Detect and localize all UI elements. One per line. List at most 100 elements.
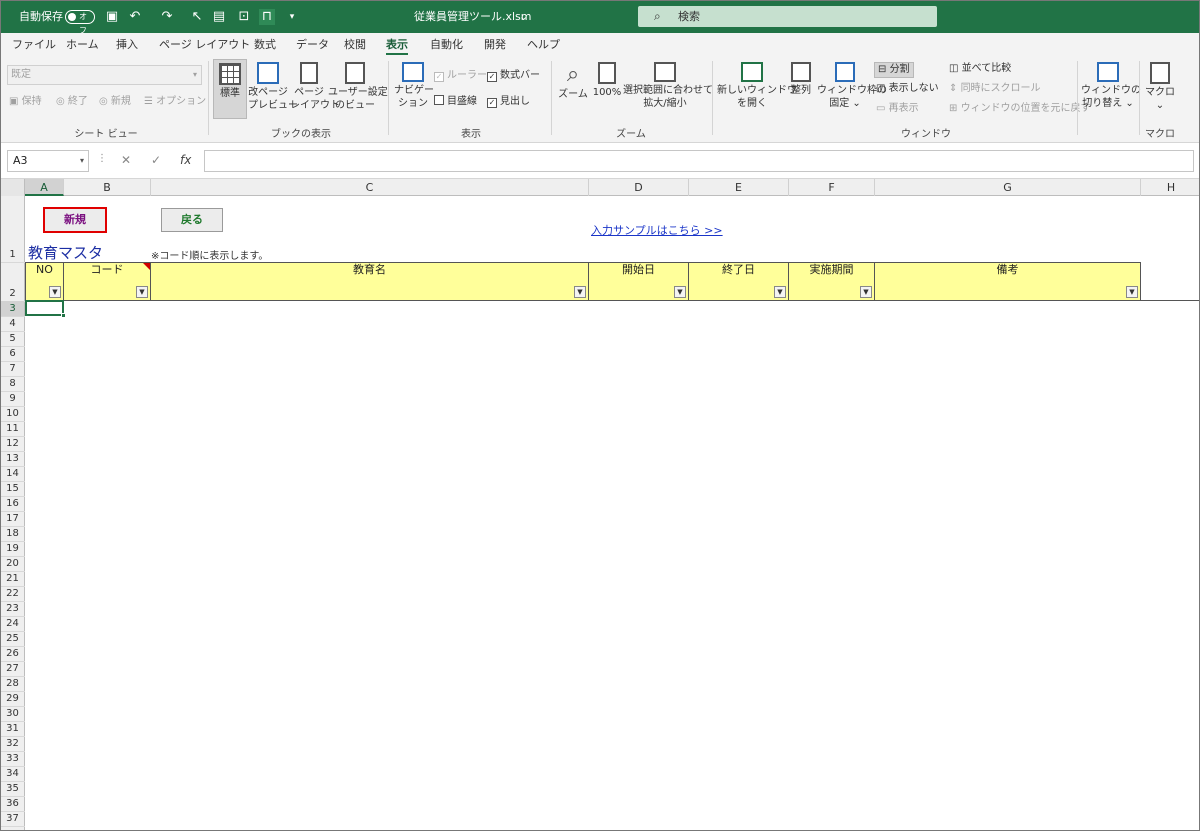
row-header-25[interactable]: 25: [1, 631, 24, 646]
worksheet-grid[interactable]: A B C D E F G H 1 2 3 4 5 6 7 8 9 10 11 12 13 14 15 16 1…: [1, 179, 1199, 830]
column-header-a[interactable]: A: [25, 179, 64, 196]
filter-dropdown-icon[interactable]: ▼: [136, 286, 148, 298]
tab-review[interactable]: 校閲: [344, 33, 366, 57]
tab-formulas[interactable]: 数式: [254, 33, 276, 57]
tab-page-layout[interactable]: ページ レイアウト: [159, 33, 250, 57]
new-record-button[interactable]: 新規: [43, 207, 107, 233]
ruler-checkbox[interactable]: ✓ ルーラー: [434, 69, 487, 83]
column-header-h[interactable]: H: [1141, 179, 1199, 196]
tab-help[interactable]: ヘルプ: [527, 33, 560, 57]
save-icon[interactable]: ▣: [104, 9, 120, 25]
row-header-21[interactable]: 21: [1, 571, 24, 586]
filter-dropdown-icon[interactable]: ▼: [674, 286, 686, 298]
formula-input[interactable]: [204, 150, 1194, 172]
file-name[interactable]: 従業員管理ツール.xlsm: [414, 1, 532, 33]
row-header-27[interactable]: 27: [1, 661, 24, 676]
search-box[interactable]: ⌕ 検索: [638, 6, 937, 27]
column-header-f[interactable]: F: [789, 179, 875, 196]
column-header-g[interactable]: G: [875, 179, 1141, 196]
unhide-window-button[interactable]: ▭ 再表示: [876, 102, 919, 116]
row-header-20[interactable]: 20: [1, 556, 24, 571]
reset-window-position-button[interactable]: ⊞ ウィンドウの位置を元に戻す: [949, 102, 1091, 116]
row-header-10[interactable]: 10: [1, 406, 24, 421]
row-header-7[interactable]: 7: [1, 361, 24, 376]
row-header-14[interactable]: 14: [1, 466, 24, 481]
gridlines-checkbox[interactable]: 目盛線: [434, 95, 477, 109]
file-check-icon[interactable]: ▤: [211, 9, 227, 25]
tab-automate[interactable]: 自動化: [430, 33, 463, 57]
row-header-15[interactable]: 15: [1, 481, 24, 496]
row-header-24[interactable]: 24: [1, 616, 24, 631]
view-side-by-side-button[interactable]: ◫ 並べて比較: [949, 62, 1011, 76]
column-header-c[interactable]: C: [151, 179, 589, 196]
tab-home[interactable]: ホーム: [66, 33, 99, 57]
row-header-23[interactable]: 23: [1, 601, 24, 616]
row-header-32[interactable]: 32: [1, 736, 24, 751]
text-frame-icon[interactable]: ⊡: [236, 9, 252, 25]
file-name-dropdown-icon[interactable]: ⌄: [519, 1, 528, 33]
enter-icon[interactable]: ✓: [151, 153, 161, 167]
switch-windows-button[interactable]: ウィンドウの 切り替え ⌄: [1081, 62, 1141, 110]
page-layout-button[interactable]: ページ レイアウト: [290, 62, 340, 112]
back-button[interactable]: 戻る: [161, 208, 223, 232]
column-header-e[interactable]: E: [689, 179, 789, 196]
column-header-b[interactable]: B: [64, 179, 151, 196]
sample-input-link[interactable]: 入力サンプルはこちら >>: [591, 222, 723, 238]
sheet-view-new-button[interactable]: ◎ 新規: [99, 95, 131, 109]
undo-icon[interactable]: ↶: [127, 9, 143, 25]
tab-data[interactable]: データ: [296, 33, 329, 57]
headings-checkbox[interactable]: ✓ 見出し: [487, 95, 530, 109]
split-button[interactable]: ⊟ 分割: [874, 62, 914, 78]
row-header-18[interactable]: 18: [1, 526, 24, 541]
row-header-17[interactable]: 17: [1, 511, 24, 526]
tab-view[interactable]: 表示: [386, 33, 408, 57]
row-header-6[interactable]: 6: [1, 346, 24, 361]
cancel-icon[interactable]: ✕: [121, 153, 131, 167]
hide-window-button[interactable]: ◫ 表示しない: [876, 82, 939, 96]
normal-view-button[interactable]: 標準: [213, 59, 247, 119]
tab-developer[interactable]: 開発: [484, 33, 506, 57]
filter-dropdown-icon[interactable]: ▼: [574, 286, 586, 298]
zoom-button[interactable]: ⌕ ズーム: [556, 62, 590, 101]
tab-file[interactable]: ファイル: [12, 33, 56, 57]
row-header-11[interactable]: 11: [1, 421, 24, 436]
row-header-12[interactable]: 12: [1, 436, 24, 451]
row-header-26[interactable]: 26: [1, 646, 24, 661]
sheet-view-keep-button[interactable]: ▣ 保持: [9, 95, 42, 109]
tab-insert[interactable]: 挿入: [116, 33, 138, 57]
filter-dropdown-icon[interactable]: ▼: [49, 286, 61, 298]
synchronous-scroll-button[interactable]: ⇕ 同時にスクロール: [949, 82, 1041, 96]
zoom-100-button[interactable]: 100%: [591, 62, 623, 99]
macros-button[interactable]: マクロ ⌄: [1143, 62, 1177, 112]
select-all-corner[interactable]: [1, 179, 25, 196]
row-header-22[interactable]: 22: [1, 586, 24, 601]
column-header-d[interactable]: D: [589, 179, 689, 196]
more-options-icon[interactable]: ⋮: [97, 153, 107, 164]
row-header-28[interactable]: 28: [1, 676, 24, 691]
active-cell-a3[interactable]: [25, 300, 66, 318]
row-header-1[interactable]: 1: [1, 247, 24, 262]
page-break-preview-button[interactable]: 改ページ プレビュー: [248, 62, 298, 112]
row-header-2[interactable]: 2: [1, 286, 24, 301]
zoom-to-selection-button[interactable]: 選択範囲に合わせて 拡大/縮小: [623, 62, 713, 110]
pointer-icon[interactable]: ↖: [189, 9, 205, 25]
filter-dropdown-icon[interactable]: ▼: [860, 286, 872, 298]
row-header-13[interactable]: 13: [1, 451, 24, 466]
autosave-toggle[interactable]: オフ: [65, 10, 95, 35]
row-header-33[interactable]: 33: [1, 751, 24, 766]
sheet-view-dropdown[interactable]: 既定 ▾: [7, 65, 202, 85]
filter-dropdown-icon[interactable]: ▼: [774, 286, 786, 298]
row-header-30[interactable]: 30: [1, 706, 24, 721]
new-window-button[interactable]: 新しいウィンドウ を開く: [717, 62, 797, 110]
arrange-all-button[interactable]: 整列: [787, 62, 815, 97]
name-box[interactable]: A3 ▾: [7, 150, 89, 172]
row-header-34[interactable]: 34: [1, 766, 24, 781]
sheet-view-options-button[interactable]: ☰ オプション: [144, 95, 206, 109]
custom-views-button[interactable]: ユーザー設定 のビュー: [328, 62, 388, 112]
row-header-4[interactable]: 4: [1, 316, 24, 331]
formula-bar-checkbox[interactable]: ✓ 数式バー: [487, 69, 540, 83]
navigation-button[interactable]: ナビゲー ション: [394, 62, 434, 110]
redo-icon[interactable]: ↷: [159, 9, 175, 25]
row-header-37[interactable]: 37: [1, 811, 24, 826]
customize-qat-icon[interactable]: ▾: [284, 9, 300, 25]
